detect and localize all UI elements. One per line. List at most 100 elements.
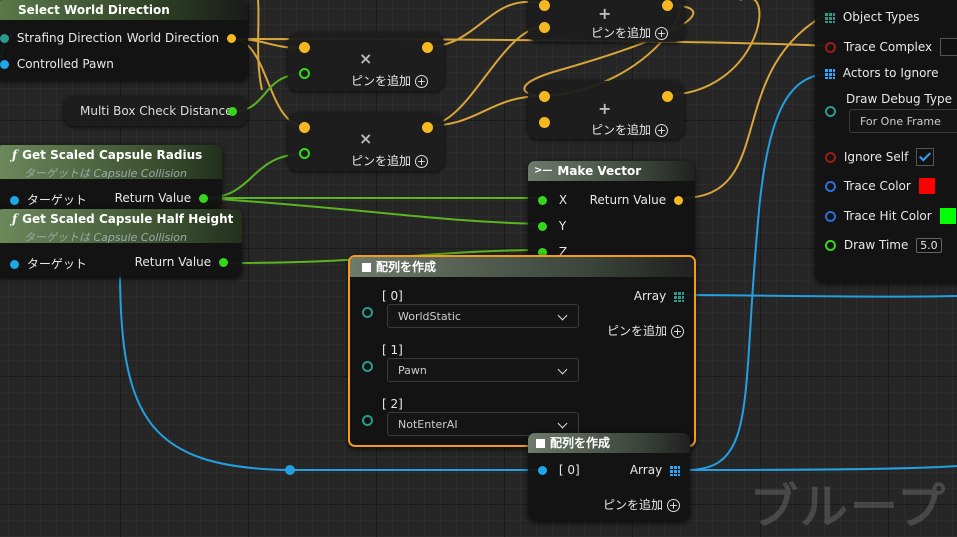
object-type-dropdown[interactable]: WorldStatic [387, 304, 579, 328]
array-item-row[interactable]: [ 0] [538, 463, 580, 477]
draw-debug-type-dropdown[interactable]: For One Frame [849, 109, 957, 133]
trace-complex-checkbox[interactable] [939, 38, 957, 56]
add-pin-button[interactable]: ピンを追加 + [351, 152, 429, 169]
output-pin[interactable] [219, 258, 228, 267]
make-vector-node[interactable]: >— Make Vector X Y Z Return Value [528, 161, 695, 265]
multiply-node[interactable]: × ピンを追加 + [288, 33, 444, 91]
return-value-pin-row[interactable]: Return Value [115, 191, 208, 205]
return-value-pin-row[interactable]: Return Value [590, 193, 683, 207]
array-output-pin-row[interactable]: Array [630, 463, 680, 477]
select-world-direction-node[interactable]: Select World Direction Strafing Directio… [0, 0, 248, 80]
output-pin[interactable] [662, 91, 673, 102]
object-types-pin-row[interactable]: Object Types [825, 10, 920, 24]
array-output-pin-row[interactable]: Array [634, 289, 684, 303]
input-pin[interactable] [10, 196, 19, 205]
draw-time-input[interactable]: 5.0 [916, 238, 942, 253]
get-scaled-capsule-radius-node[interactable]: ƒ Get Scaled Capsule Radius ターゲットは Capsu… [0, 145, 222, 209]
input-pin[interactable] [362, 361, 373, 372]
add-circle-icon: + [415, 75, 429, 88]
array-pin-icon[interactable] [670, 465, 680, 476]
input-pin-a[interactable] [539, 91, 550, 102]
actors-to-ignore-pin-row[interactable]: Actors to Ignore [825, 66, 939, 80]
make-array-node[interactable]: 配列を作成 [ 0] WorldStatic [ 1] Pawn [ 2] No… [348, 255, 696, 447]
draw-time-pin-row[interactable]: Draw Time 5.0 [825, 238, 942, 253]
pin-label: Draw Time [843, 238, 909, 252]
target-pin-row[interactable]: ターゲット [10, 191, 87, 208]
input-pin-a[interactable] [539, 0, 550, 11]
input-pin[interactable] [538, 196, 547, 205]
trace-color-swatch[interactable] [918, 178, 935, 194]
output-pin[interactable] [662, 0, 673, 11]
world-direction-pin-row[interactable]: World Direction [127, 31, 236, 45]
array-pin-icon[interactable] [825, 68, 835, 79]
output-pin[interactable] [199, 194, 208, 203]
get-scaled-capsule-half-height-node[interactable]: ƒ Get Scaled Capsule Half Height ターゲットは … [0, 209, 242, 277]
ignore-self-pin-row[interactable]: Ignore Self [825, 148, 935, 166]
input-pin-b[interactable] [539, 22, 550, 33]
function-icon: ƒ [12, 212, 18, 226]
add-pin-button[interactable]: ピンを追加 + [591, 121, 669, 138]
input-pin[interactable] [825, 106, 836, 117]
input-pin[interactable] [825, 180, 836, 192]
trace-hit-color-swatch[interactable] [939, 208, 956, 224]
trace-color-pin-row[interactable]: Trace Color [825, 178, 935, 194]
input-pin[interactable] [362, 307, 373, 318]
input-pin[interactable] [538, 466, 547, 475]
trace-hit-color-pin-row[interactable]: Trace Hit Color [825, 208, 956, 224]
ignore-self-checkbox[interactable] [916, 148, 935, 166]
strafing-direction-pin-row[interactable]: Strafing Direction [0, 31, 122, 45]
make-icon: >— [534, 165, 553, 176]
trace-complex-pin-row[interactable]: Trace Complex [825, 38, 957, 56]
output-pin[interactable] [422, 122, 433, 133]
add-pin-label: ピンを追加 [351, 154, 412, 168]
pin-label: Y [558, 219, 567, 233]
input-pin[interactable] [10, 260, 19, 269]
input-pin[interactable] [538, 222, 547, 231]
input-pin-b[interactable] [539, 117, 550, 128]
node-title: Select World Direction [18, 3, 170, 17]
output-pin[interactable] [422, 42, 433, 53]
multi-box-check-distance-node[interactable]: Multi Box Check Distance [64, 96, 247, 126]
add-node[interactable]: + ピンを追加 + [528, 81, 684, 139]
add-pin-button[interactable]: ピンを追加 + [603, 496, 680, 513]
draw-debug-type-pin-row[interactable]: Draw Debug Type [825, 92, 952, 117]
array-pin-icon[interactable] [674, 291, 684, 302]
pin-label: Controlled Pawn [16, 57, 114, 71]
input-pin-b[interactable] [299, 68, 310, 79]
array-pin-icon[interactable] [825, 12, 835, 23]
node-header[interactable]: 配列を作成 [528, 433, 690, 453]
chevron-down-icon [557, 364, 568, 375]
node-header[interactable]: >— Make Vector [528, 161, 695, 181]
output-pin[interactable] [227, 34, 236, 43]
input-pin[interactable] [825, 240, 836, 251]
input-pin-a[interactable] [299, 122, 310, 133]
node-header[interactable]: Select World Direction [0, 0, 248, 20]
input-pin[interactable] [362, 415, 373, 426]
node-header[interactable]: 配列を作成 [350, 257, 694, 277]
return-value-pin-row[interactable]: Return Value [135, 255, 228, 269]
add-pin-button[interactable]: ピンを追加 + [607, 322, 684, 339]
x-pin-row[interactable]: X [538, 193, 567, 207]
target-pin-row[interactable]: ターゲット [10, 255, 87, 272]
input-pin[interactable] [0, 60, 9, 69]
item-index: [ 1] [382, 343, 403, 357]
add-circle-icon: + [671, 325, 684, 338]
add-pin-button[interactable]: ピンを追加 + [351, 72, 429, 89]
add-pin-button[interactable]: ピンを追加 + [591, 24, 669, 41]
input-pin[interactable] [825, 210, 836, 222]
multiply-node[interactable]: × ピンを追加 + [288, 113, 444, 171]
input-pin[interactable] [825, 41, 836, 53]
y-pin-row[interactable]: Y [538, 219, 566, 233]
controlled-pawn-pin-row[interactable]: Controlled Pawn [0, 57, 114, 71]
object-type-dropdown[interactable]: Pawn [387, 358, 579, 382]
input-pin-b[interactable] [299, 148, 310, 159]
input-pin-a[interactable] [299, 42, 310, 53]
dropdown-value: NotEnterAI [398, 418, 458, 431]
output-pin[interactable] [228, 107, 237, 116]
box-trace-node[interactable]: Object Types Trace Complex Actors to Ign… [815, 0, 957, 282]
output-pin[interactable] [674, 196, 683, 205]
make-array-node[interactable]: 配列を作成 [ 0] Array ピンを追加 + [528, 433, 690, 521]
input-pin[interactable] [825, 151, 836, 163]
add-node[interactable]: + ピンを追加 + [528, 0, 684, 42]
input-pin[interactable] [0, 34, 9, 43]
